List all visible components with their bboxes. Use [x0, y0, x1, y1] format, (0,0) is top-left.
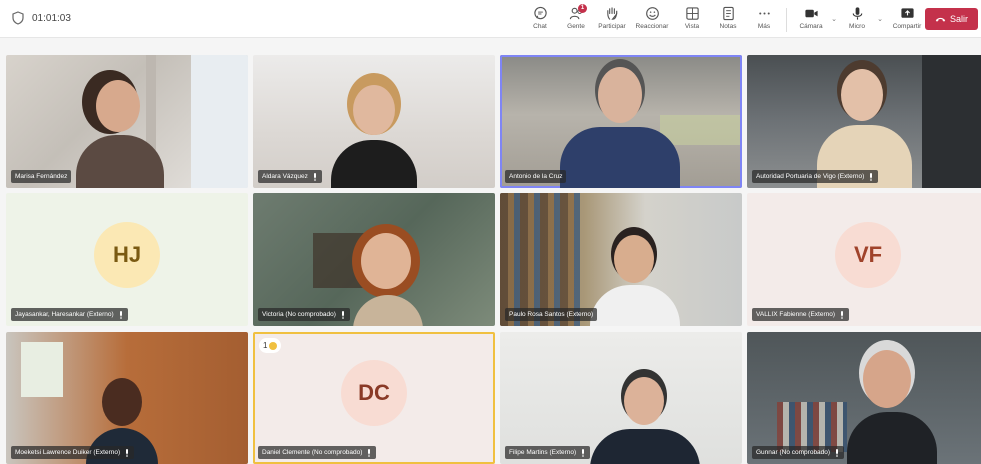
share-button[interactable]: Compartir	[885, 3, 929, 35]
participant-name-badge: Marisa Fernández	[11, 170, 72, 183]
camera-icon	[804, 9, 818, 18]
leave-button[interactable]: Salir	[925, 8, 978, 30]
participant-name-badge: Autoridad Portuaria de Vigo (Externo)	[752, 170, 879, 183]
share-icon	[900, 8, 914, 18]
participant-grid: Marisa Fernández Aldara Vázquez Antonio …	[6, 55, 981, 464]
mic-label: Micro	[849, 23, 865, 30]
phone-hangup-icon	[935, 17, 946, 22]
participant-tile[interactable]: Gunnar (No comprobado)	[747, 332, 981, 464]
leave-label: Salir	[949, 14, 968, 24]
grid-icon	[685, 7, 699, 20]
participant-name-badge: Antonio de la Cruz	[505, 170, 567, 183]
participant-name: Daniel Clemente (No comprobado)	[262, 449, 363, 456]
avatar: HJ	[94, 221, 160, 288]
shield-icon	[12, 11, 24, 25]
participant-tile[interactable]: Victoria (No comprobado)	[253, 193, 495, 326]
people-button[interactable]: 1 Gente	[558, 3, 594, 35]
avatar-initials: VF	[853, 241, 883, 267]
react-button[interactable]: Reaccionar	[630, 3, 674, 35]
chat-label: Chat	[533, 23, 547, 30]
microphone-icon	[836, 448, 839, 457]
microphone-icon	[341, 310, 344, 319]
participant-name: Jayasankar, Haresankar (Externo)	[15, 311, 114, 318]
people-badge: 1	[578, 4, 587, 13]
participant-name: Moeketsi Lawrence Duiker (Externo)	[15, 449, 121, 456]
meeting-timer: 01:01:03	[12, 11, 71, 25]
participant-name-badge: Aldara Vázquez	[258, 170, 322, 183]
raise-label: Participar	[598, 23, 626, 30]
chat-button[interactable]: Chat	[522, 3, 558, 35]
react-label: Reaccionar	[635, 23, 669, 30]
share-label: Compartir	[892, 23, 922, 30]
participant-name-badge: Filipe Martins (Externo)	[505, 446, 591, 459]
camera-button[interactable]: Cámara	[793, 3, 829, 35]
mic-button[interactable]: Micro	[839, 3, 875, 35]
participant-name: Autoridad Portuaria de Vigo (Externo)	[756, 173, 865, 180]
toolbar-divider	[786, 8, 787, 32]
participant-tile[interactable]: HJ Jayasankar, Haresankar (Externo)	[6, 193, 248, 326]
participant-name: Paulo Rosa Santos (Externo)	[509, 311, 594, 318]
participant-name-badge: Victoria (No comprobado)	[258, 308, 350, 321]
camera-options-chevron-icon[interactable]: ⌄	[829, 15, 839, 23]
participant-name: Victoria (No comprobado)	[262, 311, 336, 318]
participant-name-badge: Gunnar (No comprobado)	[752, 446, 845, 459]
microphone-icon	[313, 172, 316, 181]
raise-hand-button[interactable]: Participar	[594, 3, 630, 35]
more-icon	[758, 12, 770, 15]
hand-count: 1	[263, 341, 268, 350]
participant-name-badge: Paulo Rosa Santos (Externo)	[505, 308, 598, 321]
participant-tile-active-speaker[interactable]: Antonio de la Cruz	[500, 55, 742, 188]
raised-hand-icon	[269, 341, 278, 350]
avatar-initials: DC	[358, 380, 390, 405]
participant-tile[interactable]: Filipe Martins (Externo)	[500, 332, 742, 464]
participant-tile-hand-raised[interactable]: 1 DC Daniel Clemente (No comprobado)	[253, 332, 495, 464]
avatar: VF	[835, 221, 901, 288]
toolbar-actions: Chat 1 Gente Participar Reaccionar Vista…	[522, 3, 929, 35]
participant-tile[interactable]: Moeketsi Lawrence Duiker (Externo)	[6, 332, 248, 464]
participant-name: Gunnar (No comprobado)	[756, 449, 831, 456]
notes-button[interactable]: Notas	[710, 3, 746, 35]
notes-label: Notas	[719, 23, 737, 30]
hand-icon	[606, 7, 617, 20]
participant-tile[interactable]: Paulo Rosa Santos (Externo)	[500, 193, 742, 326]
avatar: DC	[341, 360, 407, 426]
participant-tile[interactable]: Autoridad Portuaria de Vigo (Externo)	[747, 55, 981, 188]
people-label: Gente	[567, 23, 585, 30]
participant-name: VALLIX Fabienne (Externo)	[756, 311, 836, 318]
microphone-icon	[852, 7, 862, 20]
participant-name: Marisa Fernández	[15, 173, 68, 180]
participant-name-badge: Moeketsi Lawrence Duiker (Externo)	[11, 446, 135, 459]
view-label: Vista	[684, 23, 700, 30]
participant-name-badge: VALLIX Fabienne (Externo)	[752, 308, 850, 321]
avatar-initials: HJ	[112, 241, 142, 267]
participant-name: Aldara Vázquez	[262, 173, 308, 180]
notes-icon	[722, 6, 734, 21]
microphone-icon	[126, 448, 129, 457]
participant-name: Filipe Martins (Externo)	[509, 449, 577, 456]
microphone-icon	[841, 310, 844, 319]
more-button[interactable]: Más	[746, 3, 782, 35]
raised-hand-indicator: 1	[259, 338, 282, 353]
timer-text: 01:01:03	[32, 12, 71, 24]
meeting-toolbar: 01:01:03 Chat 1 Gente Participar Reaccio…	[0, 0, 981, 38]
participant-tile[interactable]: Marisa Fernández	[6, 55, 248, 188]
emoji-icon	[645, 7, 659, 20]
participant-tile[interactable]: VF VALLIX Fabienne (Externo)	[747, 193, 981, 326]
microphone-icon	[119, 310, 122, 319]
mic-options-chevron-icon[interactable]: ⌄	[875, 15, 885, 23]
view-button[interactable]: Vista	[674, 3, 710, 35]
participant-name-badge: Daniel Clemente (No comprobado)	[258, 446, 377, 459]
microphone-icon	[870, 172, 873, 181]
camera-label: Cámara	[799, 23, 823, 30]
more-label: Más	[757, 23, 771, 30]
chat-icon	[533, 6, 547, 20]
participant-name-badge: Jayasankar, Haresankar (Externo)	[11, 308, 128, 321]
participant-tile[interactable]: Aldara Vázquez	[253, 55, 495, 188]
microphone-icon	[368, 448, 371, 457]
microphone-icon	[582, 448, 585, 457]
participant-name: Antonio de la Cruz	[509, 173, 563, 180]
